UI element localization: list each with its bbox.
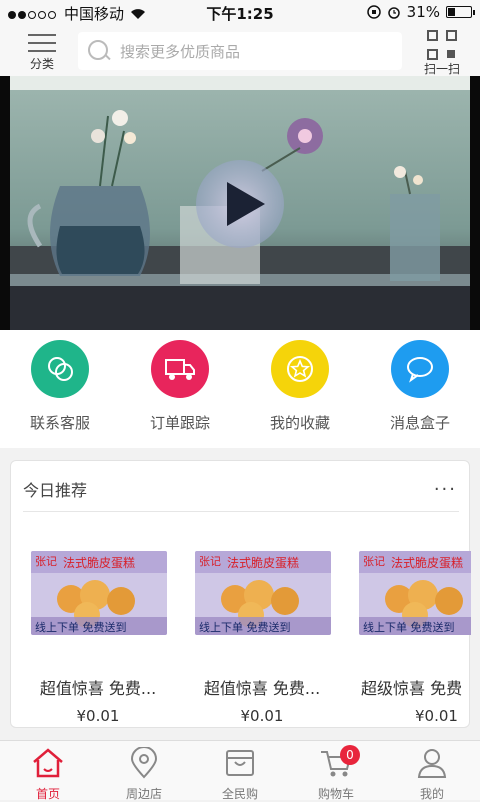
tab-label: 全民购	[221, 787, 258, 801]
tab-home[interactable]: 首页	[0, 741, 96, 801]
search-placeholder: 搜索更多优质商品	[120, 42, 241, 61]
quick-actions: 联系客服 订单跟踪 我的收藏 消息盒子	[0, 330, 480, 448]
tab-nearby[interactable]: 周边店	[96, 741, 192, 801]
tab-label: 首页	[35, 787, 60, 801]
quick-action-label: 订单跟踪	[149, 414, 210, 432]
today-recommend-card: 今日推荐 ··· 法式脆皮蛋糕 张记 线上下单 免费送到 超值惊喜 免费... …	[10, 460, 471, 728]
product-banner-brand: 张记	[199, 555, 221, 568]
tab-label: 周边店	[125, 787, 162, 801]
product-name: 超值惊喜 免费...	[203, 679, 321, 698]
search-input[interactable]: 搜索更多优质商品	[78, 32, 402, 70]
product-image: 法式脆皮蛋糕 张记 线上下单 免费送到	[359, 551, 471, 635]
scan-button[interactable]: 扫一扫	[414, 28, 470, 76]
product-image: 法式脆皮蛋糕 张记 线上下单 免费送到	[195, 551, 331, 635]
tab-label: 我的	[419, 787, 444, 801]
product-image: 法式脆皮蛋糕 张记 线上下单 免费送到	[31, 551, 167, 635]
alarm-icon	[387, 7, 400, 19]
product-card[interactable]: 法式脆皮蛋糕 张记 线上下单 免费送到 超值惊喜 免费... ¥0.01	[23, 551, 173, 725]
top-header: 分类 搜索更多优质商品 扫一扫	[0, 26, 480, 76]
truck-icon	[151, 340, 209, 398]
product-banner-slogan: 线上下单 免费送到	[363, 620, 455, 634]
battery-percent: 31%	[406, 3, 440, 21]
tab-label: 购物车	[317, 787, 354, 801]
battery-icon	[446, 6, 475, 18]
quick-action-order-tracking[interactable]: 订单跟踪	[120, 330, 240, 448]
product-card[interactable]: 法式脆皮蛋糕 张记 线上下单 免费送到 超级惊喜 免费 ¥0.01	[351, 551, 471, 725]
product-banner-slogan: 线上下单 免费送到	[35, 620, 127, 634]
product-banner-title: 法式脆皮蛋糕	[63, 555, 135, 570]
divider	[23, 511, 459, 512]
bottom-tab-bar: 首页 周边店 全民购 0 购物车 我的	[0, 740, 480, 801]
quick-action-label: 联系客服	[29, 414, 90, 432]
status-bar: 中国移动 下午1:25 31%	[0, 0, 480, 26]
tab-me[interactable]: 我的	[384, 741, 480, 801]
product-banner-slogan: 线上下单 免费送到	[199, 620, 291, 634]
product-name: 超级惊喜 免费	[361, 679, 463, 698]
product-banner-title: 法式脆皮蛋糕	[391, 555, 463, 570]
chat-bubbles-icon	[31, 340, 89, 398]
star-icon	[271, 340, 329, 398]
product-price: ¥0.01	[415, 707, 458, 725]
user-icon	[417, 749, 447, 778]
product-price: ¥0.01	[76, 707, 120, 725]
quick-action-label: 我的收藏	[269, 414, 330, 432]
category-button[interactable]: 分类	[14, 30, 70, 74]
message-icon	[391, 340, 449, 398]
product-card[interactable]: 法式脆皮蛋糕 张记 线上下单 免费送到 超值惊喜 免费... ¥0.01	[187, 551, 337, 725]
tab-group-buy[interactable]: 全民购	[192, 741, 288, 801]
bag-icon	[226, 750, 254, 776]
product-name: 超值惊喜 免费...	[39, 679, 157, 698]
product-banner-brand: 张记	[363, 555, 385, 568]
quick-action-contact-service[interactable]: 联系客服	[0, 330, 120, 448]
video-banner[interactable]	[0, 76, 480, 330]
product-banner-brand: 张记	[35, 555, 57, 568]
category-label: 分类	[29, 57, 54, 71]
menu-icon	[28, 34, 56, 52]
tab-cart[interactable]: 0 购物车	[288, 741, 384, 801]
video-thumbnail	[0, 76, 480, 330]
product-banner-title: 法式脆皮蛋糕	[227, 555, 299, 570]
quick-action-message-box[interactable]: 消息盒子	[360, 330, 480, 448]
search-icon	[86, 38, 112, 64]
home-icon	[33, 748, 63, 778]
lock-rotation-icon	[366, 5, 381, 19]
more-options-icon[interactable]: ···	[434, 479, 457, 500]
product-price: ¥0.01	[240, 707, 284, 725]
section-title: 今日推荐	[23, 481, 88, 500]
quick-action-favorites[interactable]: 我的收藏	[240, 330, 360, 448]
qr-code-icon	[427, 30, 457, 60]
cart-count-badge: 0	[340, 745, 360, 765]
scan-label: 扫一扫	[423, 62, 460, 76]
location-icon	[130, 746, 158, 779]
quick-action-label: 消息盒子	[389, 414, 450, 432]
